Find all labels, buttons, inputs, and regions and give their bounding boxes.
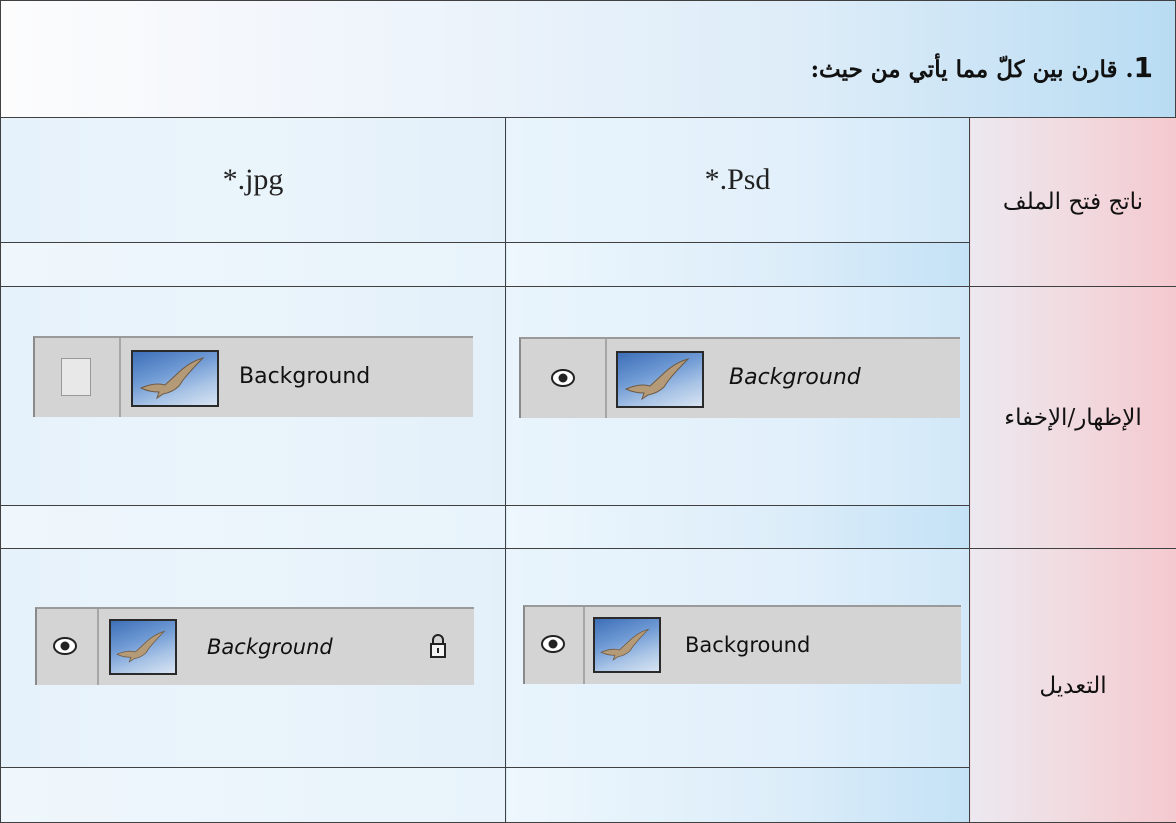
- answer-cell-edit-psd: [505, 767, 970, 823]
- seagull-thumbnail-icon: [593, 617, 661, 674]
- answer-cell-open-jpg: [0, 242, 506, 287]
- comparison-table: *.jpg *.Psd ناتج فتح الملف Background Ba…: [0, 116, 1176, 823]
- show-hide-psd-cell: Background: [505, 285, 970, 506]
- answer-cell-edit-jpg: [0, 767, 506, 823]
- answer-cell-showhide-jpg: [0, 504, 506, 550]
- visibility-toggle[interactable]: [521, 338, 607, 418]
- visibility-toggle[interactable]: [35, 337, 121, 417]
- question-title: 1. قارن بين كلّ مما يأتي من حيث:: [811, 51, 1153, 84]
- lock-icon[interactable]: [429, 633, 447, 659]
- column-header-jpg: *.jpg: [222, 163, 284, 197]
- layer-name: Background: [729, 364, 861, 390]
- eye-icon[interactable]: [541, 635, 565, 654]
- row-label-open-result: ناتج فتح الملف: [969, 117, 1176, 287]
- visibility-toggle[interactable]: [525, 607, 585, 685]
- seagull-thumbnail-icon: [131, 349, 219, 407]
- show-hide-jpg-cell: Background: [0, 285, 506, 506]
- question-header: 1. قارن بين كلّ مما يأتي من حيث:: [0, 0, 1176, 118]
- layer-name: Background: [685, 633, 811, 658]
- question-number: 1: [1133, 51, 1153, 84]
- eye-icon[interactable]: [551, 368, 575, 387]
- layer-row-psd-visible[interactable]: Background: [519, 336, 960, 418]
- empty-checkbox-icon[interactable]: [61, 357, 91, 396]
- layer-row-psd-editable[interactable]: Background: [523, 605, 961, 685]
- eye-icon[interactable]: [53, 637, 77, 656]
- answer-cell-showhide-psd: [505, 504, 970, 550]
- question-text: . قارن بين كلّ مما يأتي من حيث:: [810, 56, 1134, 83]
- worksheet: 1. قارن بين كلّ مما يأتي من حيث: *.jpg *…: [0, 0, 1176, 823]
- row-label-open-result-text: ناتج فتح الملف: [1002, 188, 1144, 215]
- row-label-show-hide: الإظهار/الإخفاء: [969, 285, 1176, 550]
- answer-cell-open-psd: [505, 242, 970, 287]
- layer-row-jpg-locked[interactable]: Background: [35, 607, 474, 686]
- visibility-toggle[interactable]: [37, 609, 99, 686]
- row-label-show-hide-text: الإظهار/الإخفاء: [1004, 404, 1142, 431]
- seagull-thumbnail-icon: [616, 350, 704, 408]
- column-header-psd: *.Psd: [704, 163, 771, 197]
- seagull-thumbnail-icon: [109, 619, 177, 676]
- layer-name: Background: [207, 635, 333, 660]
- layer-name: Background: [239, 363, 371, 389]
- header-cell-psd: *.Psd: [505, 116, 970, 244]
- edit-jpg-cell: Background: [0, 548, 506, 769]
- row-label-edit-text: التعديل: [1039, 672, 1107, 699]
- layer-row-jpg-hidden[interactable]: Background: [33, 335, 473, 417]
- edit-psd-cell: Background: [505, 548, 970, 769]
- header-cell-jpg: *.jpg: [0, 116, 506, 244]
- row-label-edit: التعديل: [969, 548, 1176, 823]
